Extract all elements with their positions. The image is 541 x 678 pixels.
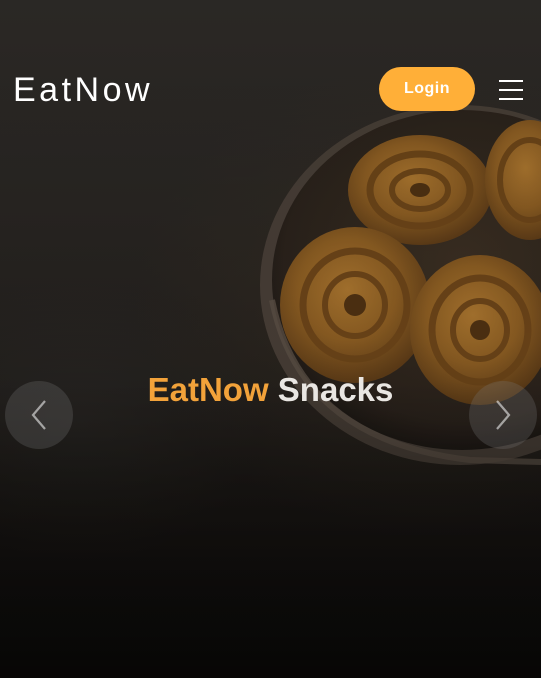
hero-headline: EatNow Snacks (0, 370, 541, 410)
headline-brand: EatNow (147, 371, 269, 408)
hamburger-menu-icon[interactable] (497, 78, 525, 102)
carousel-prev-button[interactable] (5, 381, 73, 449)
headline-rest: Snacks (277, 371, 394, 408)
page: EatNow Login EatNow Snacks (0, 0, 541, 678)
chevron-right-icon (496, 400, 511, 430)
carousel-next-button[interactable] (469, 381, 537, 449)
chevron-left-icon (31, 400, 46, 430)
brand-logo[interactable]: EatNow (13, 70, 153, 110)
login-button[interactable]: Login (379, 67, 475, 111)
